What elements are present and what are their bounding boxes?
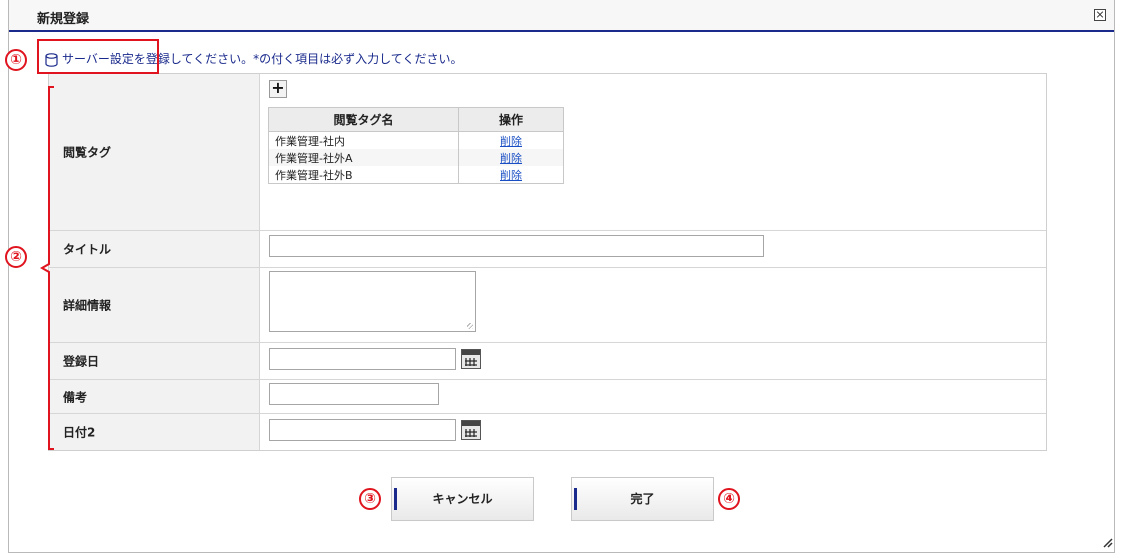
form-label-text: 閲覧タグ xyxy=(63,145,112,160)
calendar-icon[interactable] xyxy=(461,349,481,369)
form-row-view-tags: 閲覧タグ + 閲覧タグ名 操作 作業管理-社内 削除 作業管理-社外A 削除 作… xyxy=(49,74,1046,231)
dialog-titlebar: 新規登録 xyxy=(9,0,1114,32)
column-header-action: 操作 xyxy=(458,107,564,132)
tag-name-cell: 作業管理-社外A xyxy=(268,149,459,166)
delete-link[interactable]: 削除 xyxy=(500,135,522,148)
form-value xyxy=(260,414,1046,450)
table-row: 作業管理-社外A 削除 xyxy=(268,149,564,166)
annotation-number-4: ④ xyxy=(718,488,740,510)
form-label: 備考 xyxy=(49,380,260,413)
delete-link[interactable]: 削除 xyxy=(500,169,522,182)
registration-form: 閲覧タグ + 閲覧タグ名 操作 作業管理-社内 削除 作業管理-社外A 削除 作… xyxy=(48,73,1047,451)
registration-date-input[interactable] xyxy=(269,348,456,370)
plus-icon: + xyxy=(271,78,285,97)
form-row-date2: 日付2 xyxy=(49,414,1046,450)
table-header-row: 閲覧タグ名 操作 xyxy=(268,107,564,132)
form-value: + 閲覧タグ名 操作 作業管理-社内 削除 作業管理-社外A 削除 作業管理-社… xyxy=(260,74,1046,230)
complete-button-label: 完了 xyxy=(630,492,655,506)
dialog-title: 新規登録 xyxy=(37,12,90,27)
form-value xyxy=(260,343,1046,379)
tag-name-cell: 作業管理-社内 xyxy=(268,131,459,149)
form-label-text: タイトル xyxy=(63,242,112,257)
form-label: 閲覧タグ xyxy=(49,74,260,230)
cancel-button-label: キャンセル xyxy=(432,492,493,506)
form-label-text: 備考 xyxy=(63,390,88,404)
annotation-number-2: ② xyxy=(5,246,27,268)
annotation-number-3: ③ xyxy=(359,488,381,510)
add-tag-button[interactable]: + xyxy=(269,80,287,98)
form-label-text: 詳細情報 xyxy=(63,298,112,313)
form-row-remarks: 備考 xyxy=(49,380,1046,414)
form-label: 日付2 xyxy=(49,414,260,450)
table-row: 作業管理-社内 削除 xyxy=(268,131,564,149)
column-header-tag-name: 閲覧タグ名 xyxy=(268,107,459,132)
form-row-registration-date: 登録日 xyxy=(49,343,1046,380)
form-value xyxy=(260,231,1046,267)
form-value xyxy=(260,380,1046,413)
form-label: 詳細情報 xyxy=(49,268,260,342)
resize-grip-icon[interactable] xyxy=(467,323,473,329)
window-resize-icon[interactable] xyxy=(1101,536,1113,548)
calendar-icon[interactable] xyxy=(461,420,481,440)
tag-action-cell: 削除 xyxy=(458,131,564,149)
title-input[interactable] xyxy=(269,235,764,257)
form-label: 登録日 xyxy=(49,343,260,379)
form-label: タイトル xyxy=(49,231,260,267)
form-label-text: 登録日 xyxy=(63,354,100,369)
cancel-button[interactable]: キャンセル xyxy=(391,477,534,521)
tag-action-cell: 削除 xyxy=(458,149,564,166)
details-textarea[interactable] xyxy=(269,271,476,332)
form-label-text: 日付2 xyxy=(63,425,96,440)
annotation-box-server-settings xyxy=(37,39,159,74)
tag-action-cell: 削除 xyxy=(458,166,564,184)
close-icon[interactable] xyxy=(1094,9,1106,21)
date2-input[interactable] xyxy=(269,419,456,441)
annotation-number-1: ① xyxy=(5,49,27,71)
delete-link[interactable]: 削除 xyxy=(500,152,522,165)
annotation-bracket xyxy=(40,86,54,450)
view-tag-table: 閲覧タグ名 操作 作業管理-社内 削除 作業管理-社外A 削除 作業管理-社外B… xyxy=(268,107,564,184)
table-row: 作業管理-社外B 削除 xyxy=(268,166,564,184)
complete-button[interactable]: 完了 xyxy=(571,477,714,521)
form-row-title: タイトル xyxy=(49,231,1046,268)
form-row-details: 詳細情報 xyxy=(49,268,1046,343)
remarks-input[interactable] xyxy=(269,383,439,405)
form-value xyxy=(260,268,1046,342)
tag-name-cell: 作業管理-社外B xyxy=(268,166,459,184)
